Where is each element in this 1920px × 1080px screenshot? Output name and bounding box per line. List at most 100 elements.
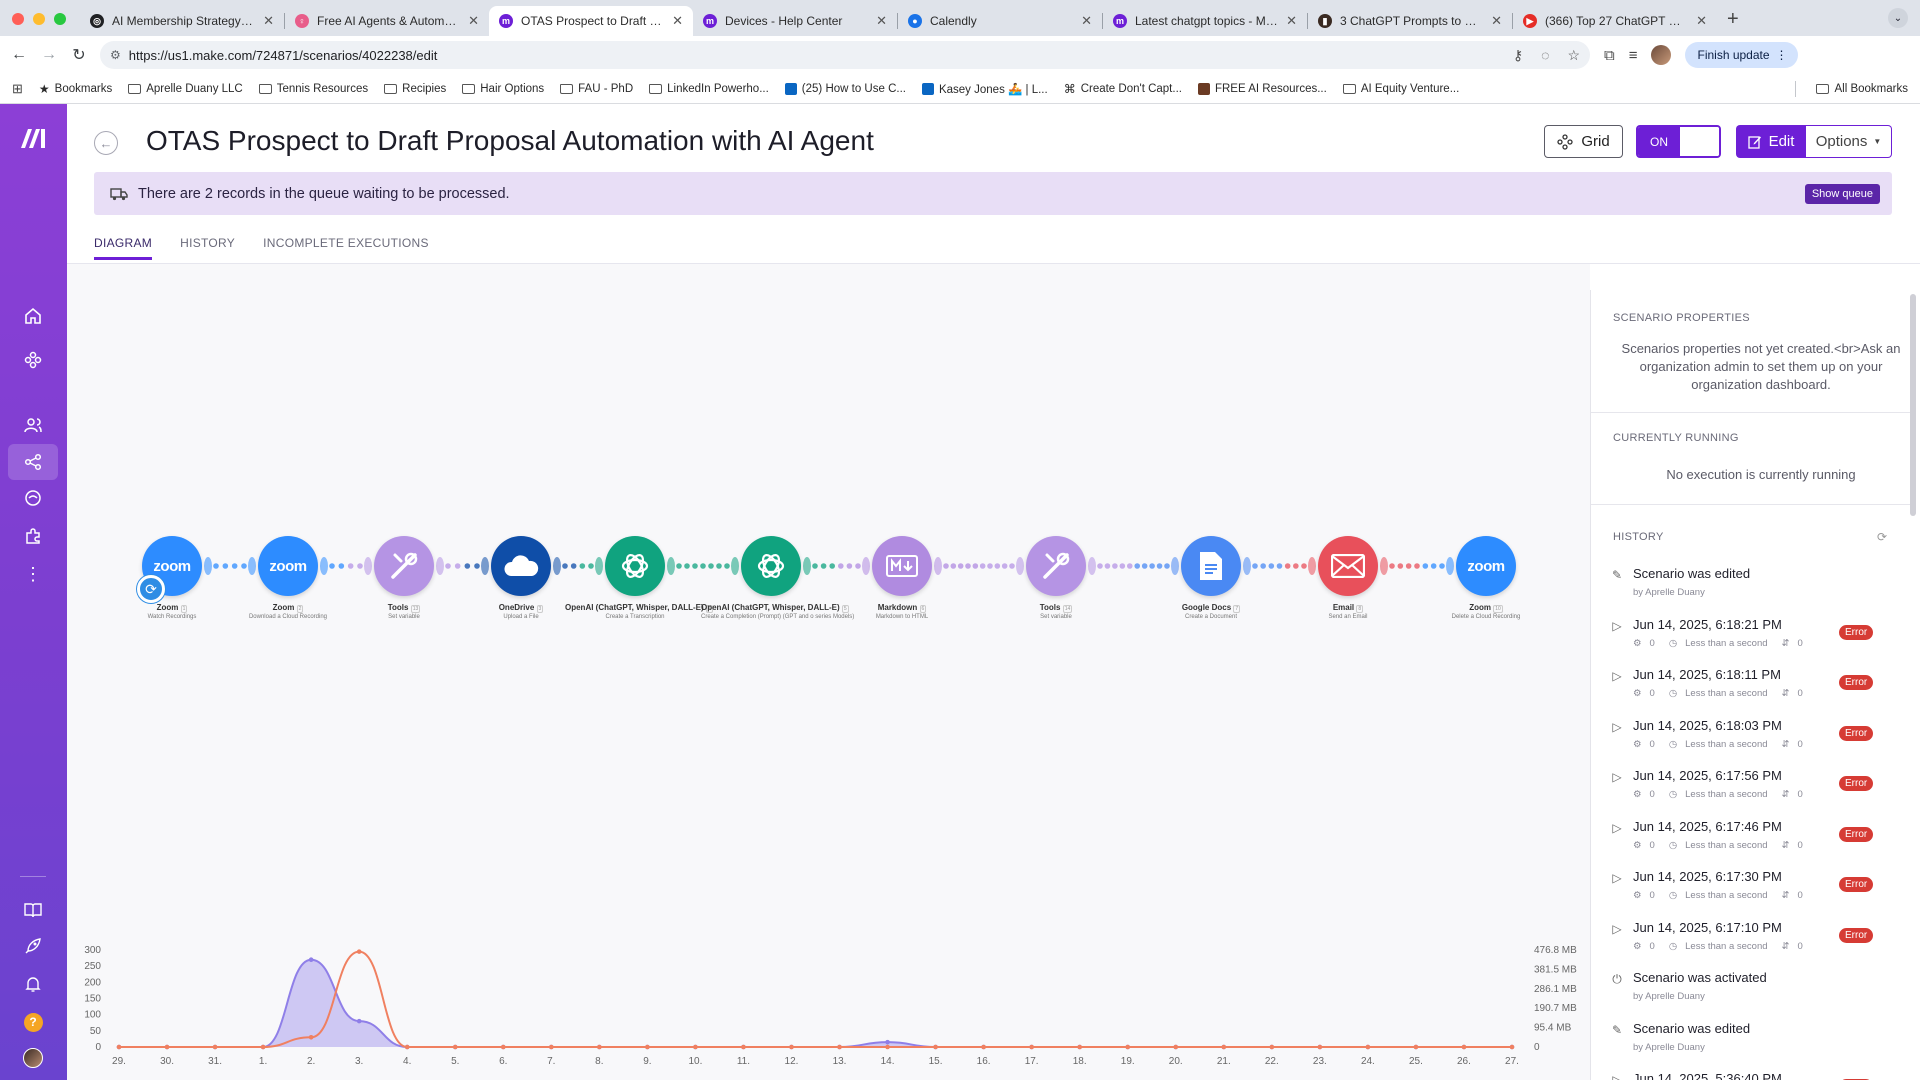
extensions-icon[interactable]: ⧉ — [1604, 47, 1615, 64]
series-point[interactable] — [116, 1044, 122, 1050]
series-point[interactable] — [1173, 1044, 1179, 1050]
more-vertical-icon[interactable]: ⋮ — [17, 558, 49, 590]
page-title[interactable]: OTAS Prospect to Draft Proposal Automati… — [146, 125, 874, 157]
module-node[interactable]: Google Docs 7 Create a Document — [1141, 536, 1281, 620]
edit-button[interactable]: Edit — [1736, 125, 1806, 158]
bookmark-item[interactable]: Tennis Resources — [258, 83, 368, 95]
tab-search-icon[interactable]: ⌄ — [1888, 8, 1908, 28]
openai-logo-icon[interactable] — [605, 536, 665, 596]
team-icon[interactable] — [17, 409, 49, 441]
close-tab-icon[interactable]: ✕ — [263, 13, 274, 29]
bookmark-item[interactable]: ⌘ Create Don't Capt... — [1064, 82, 1182, 96]
show-queue-button[interactable]: Show queue — [1804, 183, 1880, 204]
browser-tab[interactable]: m OTAS Prospect to Draft Propo ✕ — [489, 6, 693, 36]
make-logo-icon[interactable] — [19, 126, 49, 150]
apps-puzzle-icon[interactable] — [17, 520, 49, 552]
maximize-window-icon[interactable] — [54, 13, 66, 25]
zoom-logo-icon[interactable]: zoom — [258, 536, 318, 596]
browser-tab[interactable]: ▮ 3 ChatGPT Prompts to Optim ✕ — [1308, 6, 1512, 36]
templates-icon[interactable] — [17, 344, 49, 376]
apps-grid-icon[interactable]: ⊞ — [12, 81, 23, 97]
user-avatar[interactable] — [17, 1042, 49, 1074]
history-item[interactable]: ▷ Jun 14, 2025, 6:17:56 PM ⚙ 0 ◷ Less than a … — [1609, 766, 1909, 816]
refresh-icon[interactable]: ⟳ — [1877, 530, 1887, 544]
back-circle-icon[interactable]: ← — [94, 131, 118, 155]
series-point[interactable] — [260, 1044, 266, 1050]
connections-icon[interactable] — [17, 482, 49, 514]
history-item[interactable]: ✎ Scenario was edited by Aprelle Duany — [1609, 564, 1909, 614]
series-point[interactable] — [1125, 1044, 1131, 1050]
bookmark-item[interactable]: AI Equity Venture... — [1342, 83, 1459, 95]
series-point[interactable] — [308, 1035, 314, 1040]
bookmark-item[interactable]: ★ Bookmarks — [39, 82, 112, 96]
browser-tab[interactable]: ♀ Free AI Agents & Automation ✕ — [285, 6, 489, 36]
series-point[interactable] — [885, 1039, 890, 1045]
history-title[interactable]: Jun 14, 2025, 6:17:46 PM — [1633, 819, 1782, 834]
tab-diagram[interactable]: DIAGRAM — [94, 236, 153, 260]
eye-off-icon[interactable]: ◌ — [1541, 47, 1549, 64]
series-point[interactable] — [1509, 1044, 1515, 1050]
close-tab-icon[interactable]: ✕ — [876, 13, 887, 29]
series-point[interactable] — [308, 957, 314, 962]
panel-scrollbar[interactable] — [1910, 294, 1916, 516]
openai-logo-icon[interactable] — [741, 536, 801, 596]
bookmark-item[interactable]: FAU - PhD — [560, 83, 633, 95]
series-point[interactable] — [789, 1044, 794, 1050]
browser-tab[interactable]: ◎ AI Membership Strategy for W ✕ — [80, 6, 284, 36]
series-point[interactable] — [164, 1044, 170, 1050]
series-point[interactable] — [693, 1044, 698, 1050]
history-item[interactable]: ✎ Scenario was edited by Aprelle Duany — [1609, 1019, 1909, 1069]
module-node[interactable]: Tools 14 Set variable — [986, 536, 1126, 620]
help-icon[interactable]: ? — [17, 1006, 49, 1038]
profile-avatar[interactable] — [1651, 45, 1672, 65]
history-item[interactable]: ⏻ Scenario was activated by Aprelle Duany — [1609, 968, 1909, 1018]
history-item[interactable]: ▷ Jun 14, 2025, 6:17:46 PM ⚙ 0 ◷ Less than a … — [1609, 817, 1909, 867]
rocket-icon[interactable] — [17, 930, 49, 962]
history-title[interactable]: Jun 14, 2025, 6:18:21 PM — [1633, 617, 1782, 632]
tools-wrench-icon[interactable] — [1026, 536, 1086, 596]
address-bar[interactable]: ⚙ https://us1.make.com/724871/scenarios/… — [100, 41, 1590, 69]
series-point[interactable] — [212, 1044, 218, 1050]
google-docs-icon[interactable] — [1181, 536, 1241, 596]
series-point[interactable] — [1077, 1044, 1082, 1050]
browser-tab[interactable]: m Devices - Help Center ✕ — [693, 6, 897, 36]
close-tab-icon[interactable]: ✕ — [1286, 13, 1297, 29]
scheduling-toggle[interactable]: ON — [1636, 125, 1721, 158]
zoom-logo-icon[interactable]: zoom — [1456, 536, 1516, 596]
grid-button[interactable]: Grid — [1544, 125, 1623, 158]
bookmark-item[interactable]: FREE AI Resources... — [1197, 82, 1327, 95]
history-item[interactable]: ▷ Jun 14, 2025, 6:18:21 PM ⚙ 0 ◷ Less than a … — [1609, 615, 1909, 665]
bookmark-item[interactable]: (25) How to Use C... — [784, 82, 906, 95]
bookmark-item[interactable]: Recipies — [384, 83, 446, 95]
history-title[interactable]: Jun 14, 2025, 6:17:56 PM — [1633, 768, 1782, 783]
series-point[interactable] — [1029, 1044, 1034, 1050]
finish-update-button[interactable]: Finish update ⋮ — [1685, 42, 1798, 68]
back-arrow-icon[interactable]: ← — [4, 40, 34, 70]
history-item[interactable]: ▷ Jun 14, 2025, 6:17:10 PM ⚙ 0 ◷ Less than a … — [1609, 918, 1909, 968]
home-icon[interactable] — [17, 300, 49, 332]
module-node[interactable]: zoom Zoom 10 Delete a Cloud Recording — [1416, 536, 1556, 620]
password-key-icon[interactable]: ⚷ — [1513, 47, 1523, 64]
series-point[interactable] — [741, 1044, 746, 1050]
series-point[interactable] — [933, 1044, 938, 1050]
history-title[interactable]: Jun 14, 2025, 6:17:30 PM — [1633, 869, 1782, 884]
history-item[interactable]: ▷ Jun 14, 2025, 6:18:03 PM ⚙ 0 ◷ Less than a … — [1609, 716, 1909, 766]
module-node[interactable]: Markdown 6 Markdown to HTML — [832, 536, 972, 620]
history-title[interactable]: Jun 14, 2025, 6:18:11 PM — [1633, 667, 1781, 682]
series-point[interactable] — [356, 949, 362, 954]
history-title[interactable]: Jun 14, 2025, 6:18:03 PM — [1633, 718, 1782, 733]
series-point[interactable] — [645, 1044, 650, 1050]
series-point[interactable] — [356, 1018, 362, 1024]
history-title[interactable]: Jun 14, 2025, 5:36:40 PM — [1633, 1071, 1782, 1080]
close-tab-icon[interactable]: ✕ — [1696, 13, 1707, 29]
module-node[interactable]: Email 8 Send an Email — [1278, 536, 1418, 620]
history-item[interactable]: ▷Jun 14, 2025, 5:36:40 PMError — [1609, 1069, 1909, 1080]
media-controls-icon[interactable]: ≡ — [1629, 47, 1638, 64]
scenarios-icon[interactable] — [8, 444, 58, 480]
history-title[interactable]: Jun 14, 2025, 6:17:10 PM — [1633, 920, 1782, 935]
tab-history[interactable]: HISTORY — [180, 236, 235, 260]
series-point[interactable] — [1317, 1044, 1323, 1050]
series-point[interactable] — [500, 1044, 506, 1050]
url-text[interactable]: https://us1.make.com/724871/scenarios/40… — [129, 48, 1505, 63]
site-info-icon[interactable]: ⚙ — [110, 48, 121, 62]
